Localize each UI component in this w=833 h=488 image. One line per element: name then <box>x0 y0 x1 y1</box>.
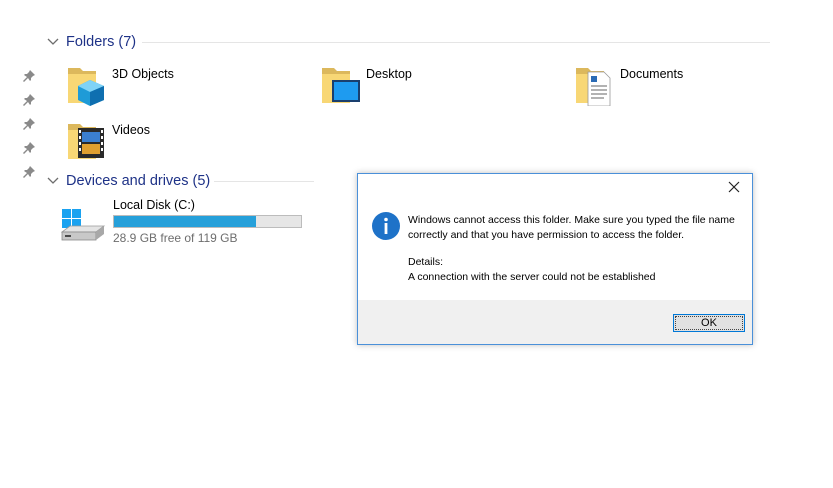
pin-icon[interactable] <box>22 165 36 179</box>
folder-desktop[interactable]: Desktop <box>320 62 412 106</box>
message-text: correctly and that you have permission t… <box>408 229 685 241</box>
details-label: Details: <box>408 256 444 268</box>
documents-folder-icon <box>576 68 611 106</box>
folders-group-title: Folders (7) <box>66 34 137 50</box>
folder-label: Videos <box>112 123 150 137</box>
folder-documents[interactable]: Documents <box>574 62 683 106</box>
desktop-folder-icon <box>322 68 360 103</box>
folders-group-header[interactable]: Folders (7) <box>46 33 770 51</box>
pin-icon[interactable] <box>22 93 36 107</box>
pin-icon[interactable] <box>22 117 36 131</box>
folder-label: Documents <box>620 67 684 81</box>
chevron-down-icon <box>47 177 59 184</box>
folder-label: 3D Objects <box>112 67 174 81</box>
close-icon[interactable] <box>726 179 742 195</box>
drive-name: Local Disk (C:) <box>113 198 195 212</box>
error-dialog: Windows cannot access this folder. Make … <box>357 173 753 345</box>
folder-3d-objects[interactable]: 3D Objects <box>66 62 174 106</box>
drive-free-space: 28.9 GB free of 119 GB <box>113 231 238 245</box>
dialog-footer: OK <box>358 300 752 344</box>
devices-group-header[interactable]: Devices and drives (5) <box>46 172 314 190</box>
drive-usage-fill <box>114 216 256 227</box>
pin-icon[interactable] <box>22 69 36 83</box>
drive-local-disk-c[interactable]: Local Disk (C:) 28.9 GB free of 119 GB <box>60 198 320 248</box>
details-text: A connection with the server could not b… <box>408 271 656 283</box>
drive-usage-bar <box>113 215 302 228</box>
ok-button[interactable]: OK <box>673 314 745 332</box>
divider <box>142 42 770 43</box>
devices-group-title: Devices and drives (5) <box>66 173 211 189</box>
pin-icon[interactable] <box>22 141 36 155</box>
chevron-down-icon <box>47 38 59 45</box>
folder-label: Desktop <box>366 67 412 81</box>
divider <box>214 181 314 182</box>
folder-videos[interactable]: Videos <box>66 118 150 162</box>
info-icon <box>372 212 400 240</box>
dialog-message: Windows cannot access this folder. Make … <box>408 213 738 285</box>
message-text: Windows cannot access this folder. Make … <box>408 214 735 226</box>
3d-objects-folder-icon <box>68 68 104 106</box>
hard-drive-icon <box>60 209 106 241</box>
videos-folder-icon <box>68 124 104 159</box>
